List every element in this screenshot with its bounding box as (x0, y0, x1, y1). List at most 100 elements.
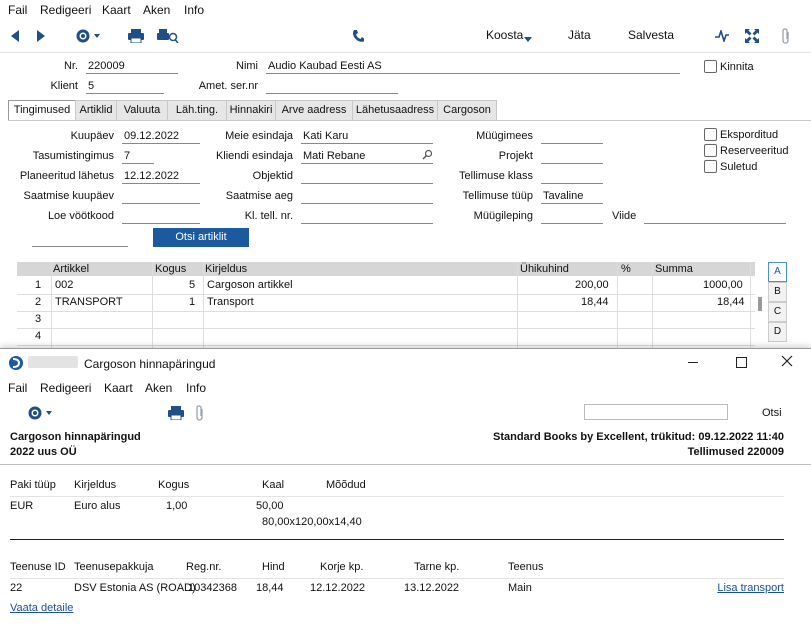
popup-menu-info[interactable]: Info (186, 381, 206, 395)
popup-menu-kaart[interactable]: Kaart (104, 381, 133, 395)
otsi-button[interactable]: Otsi (762, 407, 782, 419)
meie-esindaja-field[interactable]: Kati Karu (301, 129, 433, 144)
barcode-input[interactable] (32, 232, 128, 247)
tab-valuuta[interactable]: Valuuta (116, 100, 168, 120)
klient-field[interactable]: 5 (86, 79, 164, 94)
report-title: Cargoson hinnapäringud (10, 431, 141, 443)
planeeritud-lahetus-field[interactable]: 12.12.2022 (122, 169, 200, 184)
col-kogus[interactable]: Kogus (155, 263, 186, 275)
popup-menu-aken[interactable]: Aken (145, 381, 172, 395)
grid-divider (750, 262, 751, 350)
nimi-field[interactable]: Audio Kaubad Eesti AS (266, 59, 680, 74)
salvesta-button[interactable]: Salvesta (628, 28, 674, 42)
vaata-detaile-link[interactable]: Vaata detaile (10, 602, 73, 614)
suletud-checkbox[interactable] (704, 160, 717, 173)
popup-print-icon[interactable] (166, 399, 186, 427)
activity-icon[interactable] (714, 20, 730, 52)
kogus-cell[interactable]: 5 (189, 279, 195, 291)
muugimees-field[interactable] (541, 129, 603, 144)
gear-dropdown-icon[interactable] (74, 20, 104, 52)
menu-info[interactable]: Info (184, 3, 204, 17)
saatmise-aeg-field[interactable] (301, 189, 433, 204)
tab-hinnakiri[interactable]: Hinnakiri (226, 100, 276, 120)
popup-search-input[interactable] (584, 404, 728, 420)
prev-record-icon[interactable] (8, 20, 22, 52)
tab-lah-ting[interactable]: Läh.ting. (167, 100, 227, 120)
next-record-icon[interactable] (34, 20, 48, 52)
muugileping-field[interactable] (541, 209, 603, 224)
eksporditud-checkbox[interactable] (704, 128, 717, 141)
menu-redigeeri[interactable]: Redigeeri (40, 3, 91, 17)
tab-arve-aadress[interactable]: Arve aadress (275, 100, 353, 120)
pkg-col-tyyp: Paki tüüp (10, 479, 56, 491)
saatmise-kuupaev-field[interactable] (122, 189, 200, 204)
tellimuse-klass-field[interactable] (541, 169, 603, 184)
col-artikkel[interactable]: Artikkel (53, 263, 89, 275)
close-icon[interactable] (781, 355, 793, 370)
minimize-icon[interactable] (688, 362, 698, 363)
col-uhikuhind[interactable]: Ühikuhind (520, 263, 569, 275)
tab-cargoson[interactable]: Cargoson (437, 100, 497, 120)
table-row[interactable]: 4 (17, 328, 755, 346)
lisa-transport-link[interactable]: Lisa transport (717, 582, 784, 594)
col-pct[interactable]: % (621, 263, 631, 275)
popup-attachment-icon[interactable] (192, 399, 208, 427)
tab-artiklid[interactable]: Artiklid (75, 100, 117, 120)
side-tab-a[interactable]: A (768, 262, 787, 282)
table-row[interactable]: 2 TRANSPORT 1 Transport 18,44 18,44 (17, 294, 755, 312)
side-tab-d[interactable]: D (768, 322, 787, 342)
uhikuhind-cell[interactable]: 200,00 (575, 279, 609, 291)
maximize-icon[interactable] (736, 357, 747, 368)
kogus-cell[interactable]: 1 (189, 296, 195, 308)
tasumistingimus-field[interactable]: 7 (122, 149, 154, 164)
kliendi-esindaja-field[interactable]: Mati Rebane (301, 149, 433, 164)
col-summa[interactable]: Summa (655, 263, 693, 275)
nr-field[interactable]: 220009 (86, 59, 178, 74)
menu-kaart[interactable]: Kaart (102, 3, 131, 17)
kirjeldus-cell[interactable]: Cargoson artikkel (207, 279, 293, 291)
jata-button[interactable]: Jäta (568, 28, 591, 42)
popup-menu-redigeeri[interactable]: Redigeeri (40, 381, 91, 395)
table-row[interactable]: 3 (17, 311, 755, 329)
menu-aken[interactable]: Aken (143, 3, 170, 17)
otsi-artiklit-button[interactable]: Otsi artiklit (153, 228, 249, 247)
projekt-field[interactable] (541, 149, 603, 164)
summa-cell[interactable]: 18,44 (717, 296, 745, 308)
expand-icon[interactable] (744, 20, 760, 52)
artikkel-cell[interactable]: TRANSPORT (55, 296, 123, 308)
reserveeritud-checkbox[interactable] (704, 144, 717, 157)
kirjeldus-cell[interactable]: Transport (207, 296, 254, 308)
loe-vootkood-field[interactable] (122, 209, 200, 224)
uhikuhind-cell[interactable]: 18,44 (581, 296, 609, 308)
popup-gear-dropdown-icon[interactable] (26, 399, 56, 427)
pkg-col-kogus: Kogus (158, 479, 190, 491)
print-preview-icon[interactable] (156, 20, 180, 52)
report-print-info: Standard Books by Excellent, trükitud: 0… (492, 431, 784, 443)
summa-cell[interactable]: 1000,00 (703, 279, 743, 291)
col-kirjeldus[interactable]: Kirjeldus (205, 263, 247, 275)
kuupaev-field[interactable]: 09.12.2022 (122, 129, 200, 144)
koosta-chevron-down-icon[interactable] (524, 33, 532, 45)
popup-menu-fail[interactable]: Fail (8, 381, 27, 395)
table-row[interactable]: 1 002 5 Cargoson artikkel 200,00 1000,00 (17, 277, 755, 295)
artikkel-cell[interactable]: 002 (55, 279, 73, 291)
tellimuse-tyyp-field[interactable]: Tavaline (541, 189, 603, 204)
saatmise-kuupaev-label: Saatmise kuupäev (23, 190, 115, 202)
phone-icon[interactable] (348, 20, 368, 52)
objektid-field[interactable] (301, 169, 433, 184)
kinnita-checkbox[interactable] (704, 60, 717, 73)
kl-tell-nr-field[interactable] (301, 209, 433, 224)
print-icon[interactable] (126, 20, 146, 52)
attachment-icon[interactable] (778, 20, 794, 52)
viide-field[interactable] (644, 209, 786, 224)
side-tab-c[interactable]: C (768, 302, 787, 322)
amet-ser-nr-field[interactable] (266, 79, 398, 94)
koosta-button[interactable]: Koosta (486, 28, 523, 42)
side-tab-b[interactable]: B (768, 282, 787, 302)
menu-fail[interactable]: Fail (8, 3, 27, 17)
row-number: 4 (35, 330, 42, 342)
search-icon[interactable] (422, 149, 433, 163)
grid-scrollbar[interactable] (758, 297, 762, 311)
tab-tingimused[interactable]: Tingimused (8, 100, 76, 121)
tab-lahetusaadress[interactable]: Lähetusaadress (352, 100, 438, 120)
